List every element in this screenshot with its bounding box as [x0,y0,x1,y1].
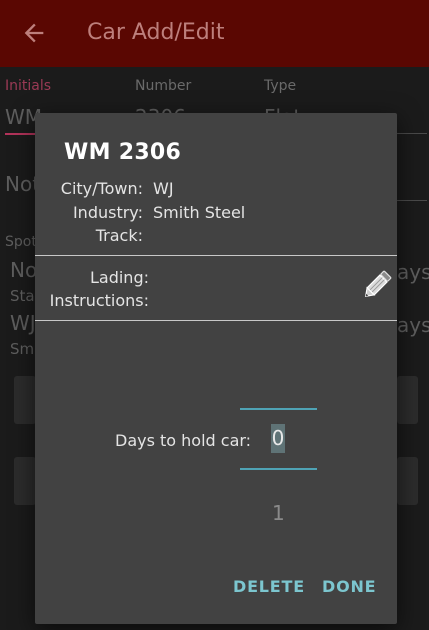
bg-button-right-1[interactable] [397,376,418,424]
spot-row-2[interactable]: WJ [10,311,36,335]
app-bar: Car Add/Edit [0,0,429,67]
industry-label: Industry: [72,203,143,222]
city-value: WJ [153,179,174,198]
picker-top-line [240,408,317,410]
divider-bottom [35,320,397,321]
bg-button-left-2[interactable] [14,457,36,505]
picker-bottom-line [240,468,317,470]
industry-value: Smith Steel [153,203,246,222]
pencil-icon[interactable] [360,268,394,302]
initials-label: Initials [5,78,52,94]
instructions-label: Instructions: [49,291,149,310]
spot-row-2-days: ays [397,313,429,337]
dialog-title: WM 2306 [64,140,182,165]
track-label: Track: [95,226,143,245]
spot-row-1[interactable]: No [10,258,37,282]
spot-row-2-sub: Sm [10,340,35,358]
car-details-dialog: WM 2306 City/Town: WJ Industry: Smith St… [35,113,397,624]
type-underline [397,133,427,134]
spot-label: Spot [5,234,37,250]
spot-row-1-sub: Sta [10,287,35,305]
days-to-hold-label: Days to hold car: [115,431,252,450]
arrow-back-icon[interactable] [20,19,48,47]
initials-underline [5,133,35,135]
bg-button-left-1[interactable] [14,376,36,424]
type-label: Type [264,78,297,94]
spot-row-1-days: ays [397,260,429,284]
divider-top [35,255,397,256]
days-picker-selected[interactable]: 0 [271,424,285,453]
notes-underline [397,200,427,201]
delete-button[interactable]: DELETE [233,577,305,596]
bg-button-right-2[interactable] [397,457,418,505]
number-label: Number [135,78,192,94]
lading-label: Lading: [89,268,149,287]
city-label: City/Town: [60,179,143,198]
done-button[interactable]: DONE [322,577,376,596]
page-title: Car Add/Edit [87,20,225,45]
days-picker-next[interactable]: 1 [272,501,285,525]
